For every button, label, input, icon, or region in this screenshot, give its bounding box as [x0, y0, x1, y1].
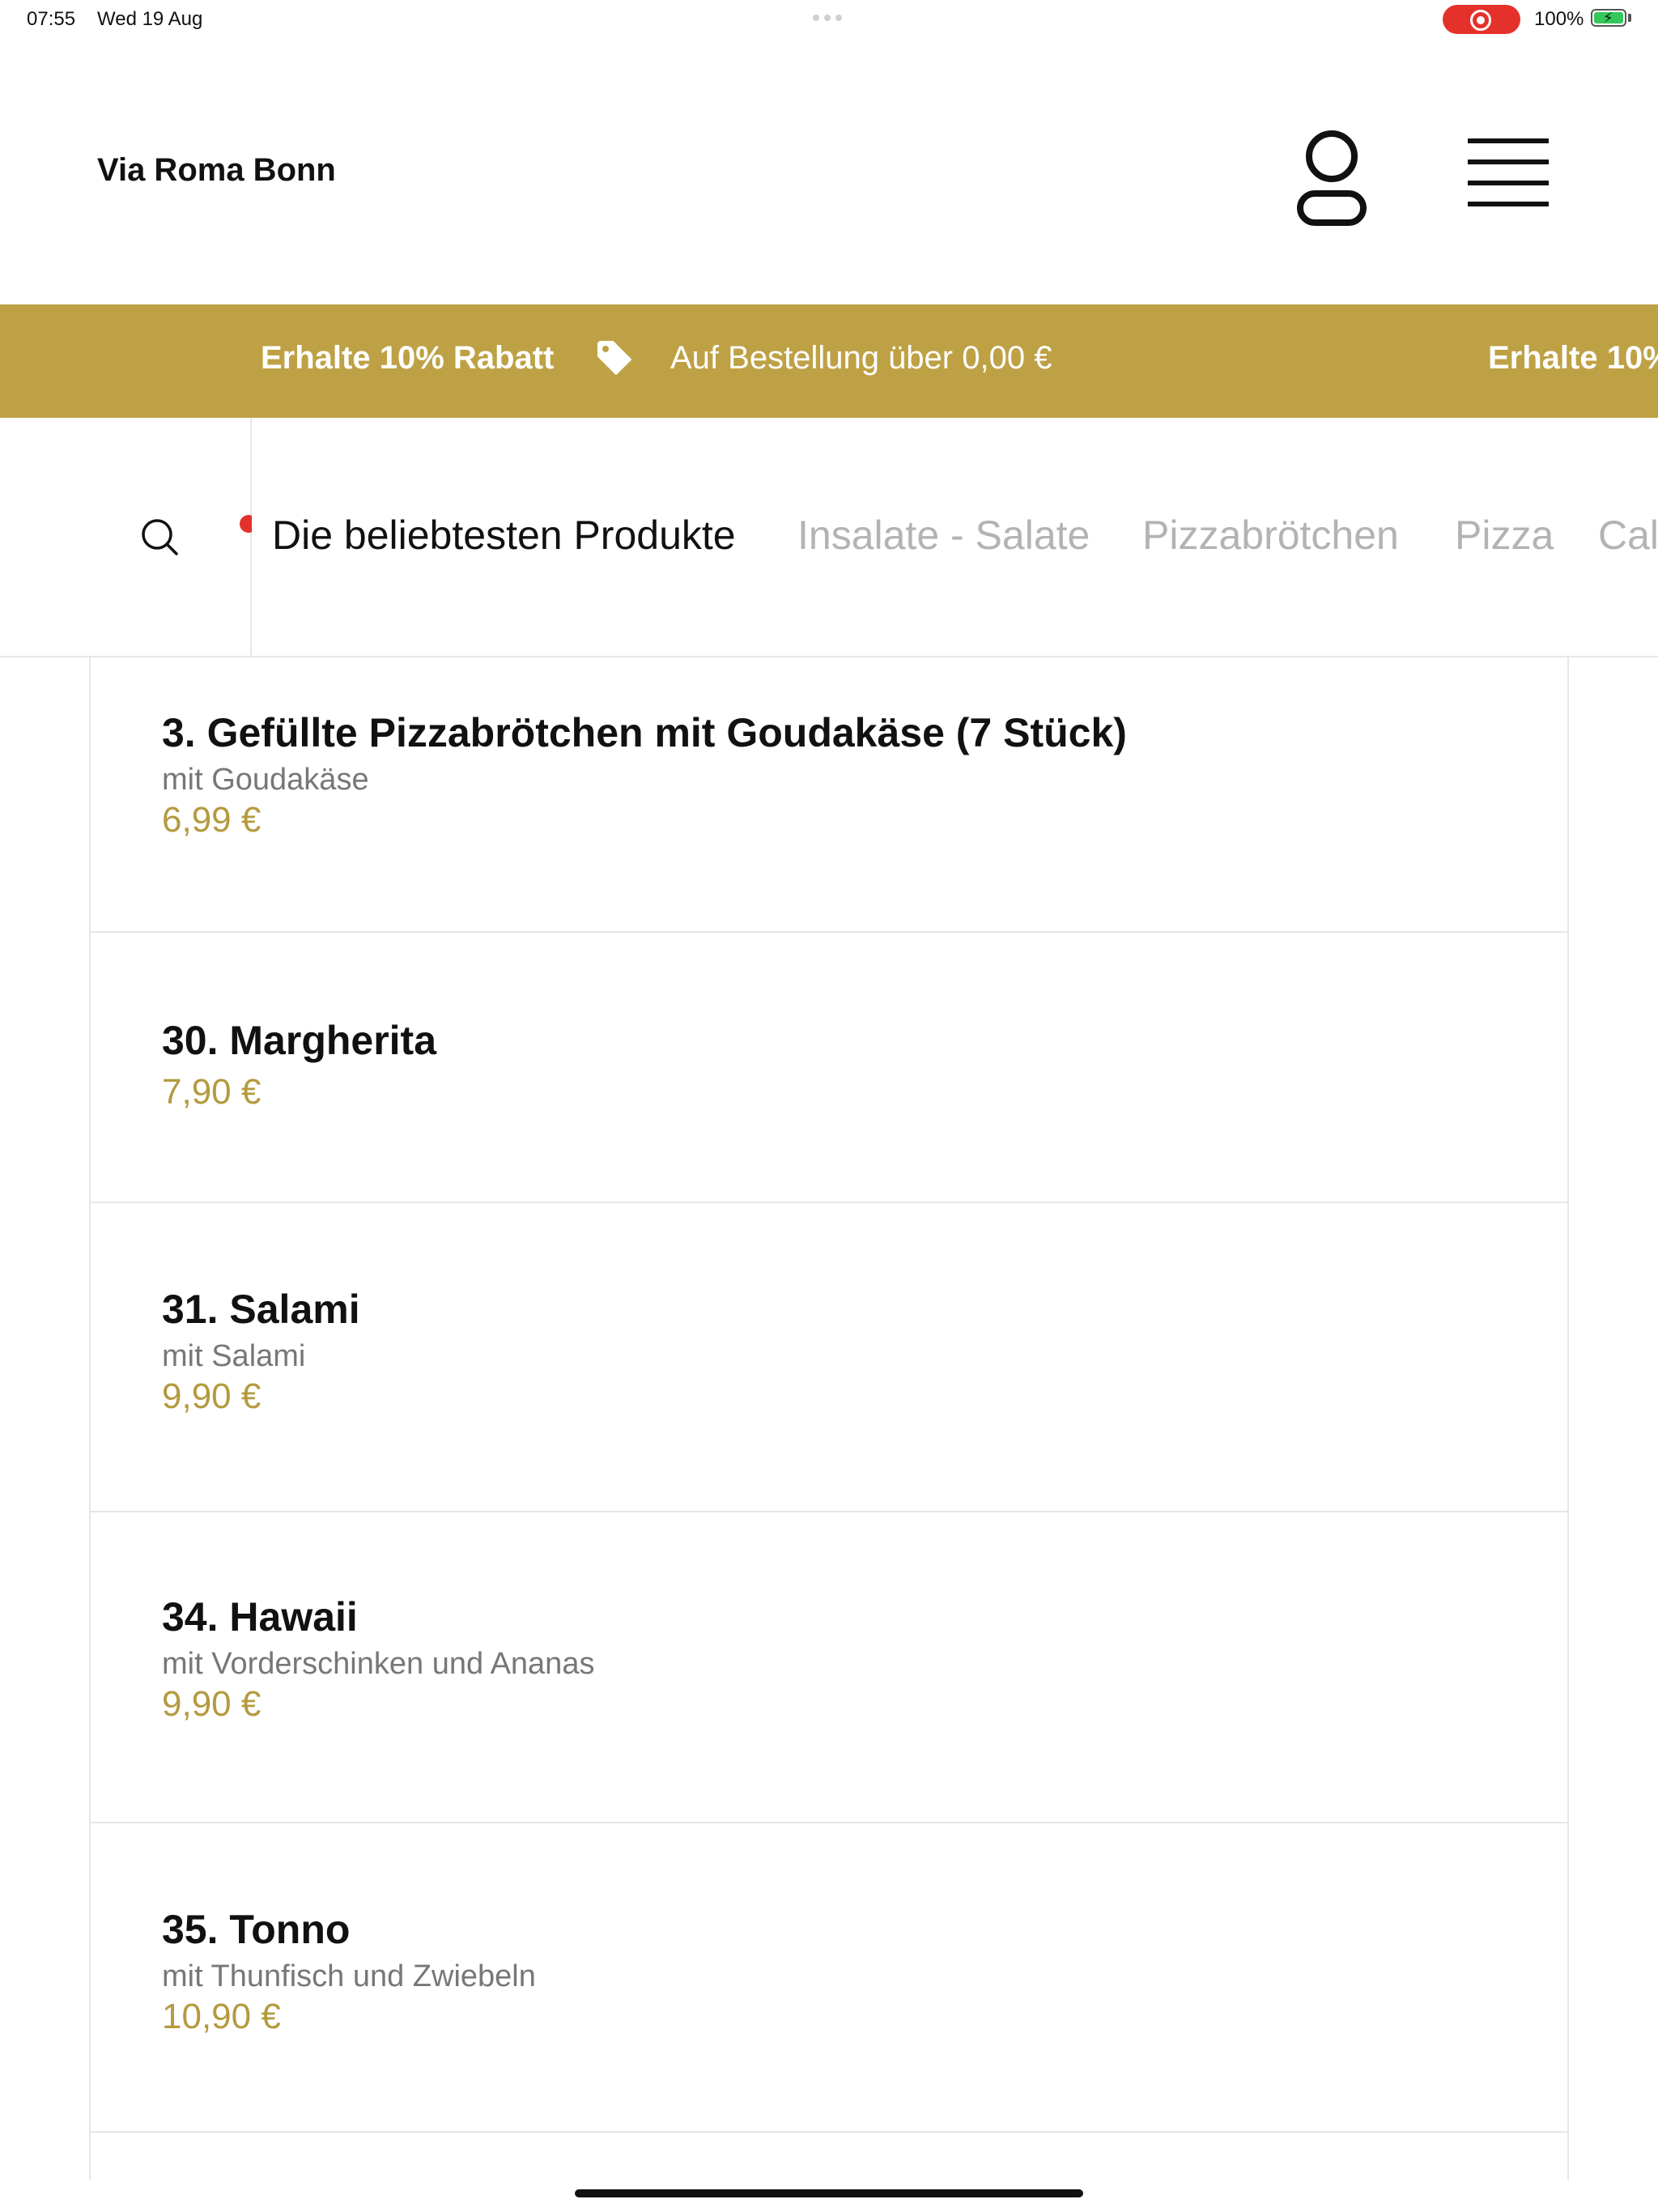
list-item[interactable]: 30. Margherita 7,90 € — [91, 933, 1567, 1203]
tab-pizza[interactable]: Pizza — [1455, 512, 1554, 559]
search-icon — [142, 519, 178, 555]
list-item[interactable]: 31. Salami mit Salami 9,90 € — [91, 1203, 1567, 1512]
promo-subtitle: Auf Bestellung über 0,00 € — [670, 340, 1052, 376]
category-nav: Die beliebtesten Produkte Insalate - Sal… — [0, 418, 1658, 657]
tab-pizza-rolls[interactable]: Pizzabrötchen — [1142, 512, 1399, 559]
user-icon — [1297, 130, 1367, 226]
user-account-button[interactable] — [1287, 124, 1376, 229]
brand-name[interactable]: Via Roma Bonn — [97, 152, 336, 189]
promo-title: Erhalte 10% Rabatt — [261, 340, 555, 376]
product-price: 9,90 € — [162, 1376, 261, 1416]
list-item[interactable]: 34. Hawaii mit Vorderschinken und Ananas… — [91, 1512, 1567, 1823]
product-description: mit Goudakäse — [162, 763, 369, 797]
product-price: 7,90 € — [162, 1072, 261, 1112]
product-price: 6,99 € — [162, 800, 261, 840]
tab-popular-products[interactable]: Die beliebtesten Produkte — [272, 512, 736, 559]
product-price: 10,90 € — [162, 1997, 281, 2036]
promo-title-repeat: Erhalte 10% — [1488, 340, 1658, 376]
status-bar: 07:55 Wed 19 Aug 100% ⚡ — [0, 0, 1658, 39]
promo-banner: Erhalte 10% Rabatt Auf Bestellung über 0… — [0, 304, 1658, 418]
hamburger-menu-icon — [1468, 138, 1549, 206]
product-price: 9,90 € — [162, 1684, 261, 1724]
status-date: Wed 19 Aug — [97, 8, 203, 30]
product-name: 35. Tonno — [162, 1907, 351, 1952]
status-time: 07:55 — [27, 8, 76, 30]
product-description: mit Thunfisch und Zwiebeln — [162, 1959, 536, 1993]
tag-icon — [597, 341, 631, 375]
screen-recording-icon[interactable] — [1443, 5, 1520, 34]
tab-salads[interactable]: Insalate - Salate — [797, 512, 1090, 559]
home-indicator[interactable] — [575, 2189, 1083, 2197]
battery-percentage: 100% — [1534, 8, 1584, 30]
product-list: 3. Gefüllte Pizzabrötchen mit Goudakäse … — [89, 657, 1569, 2180]
product-description: mit Vorderschinken und Ananas — [162, 1647, 595, 1681]
battery-icon: ⚡ — [1591, 9, 1626, 27]
product-name: 31. Salami — [162, 1287, 360, 1332]
multitasking-dots-icon[interactable] — [813, 15, 842, 21]
search-button[interactable] — [139, 517, 181, 559]
site-header: Via Roma Bonn — [0, 39, 1658, 304]
product-name: 30. Margherita — [162, 1018, 437, 1063]
list-item[interactable]: 3. Gefüllte Pizzabrötchen mit Goudakäse … — [91, 657, 1567, 933]
tab-calzone[interactable]: Cal — [1598, 512, 1658, 559]
menu-button[interactable] — [1461, 132, 1557, 221]
battery-tip — [1628, 14, 1631, 22]
product-name: 3. Gefüllte Pizzabrötchen mit Goudakäse … — [162, 710, 1127, 755]
list-item[interactable]: 35. Tonno mit Thunfisch und Zwiebeln 10,… — [91, 1823, 1567, 2133]
product-name: 34. Hawaii — [162, 1594, 358, 1640]
product-description: mit Salami — [162, 1339, 306, 1373]
